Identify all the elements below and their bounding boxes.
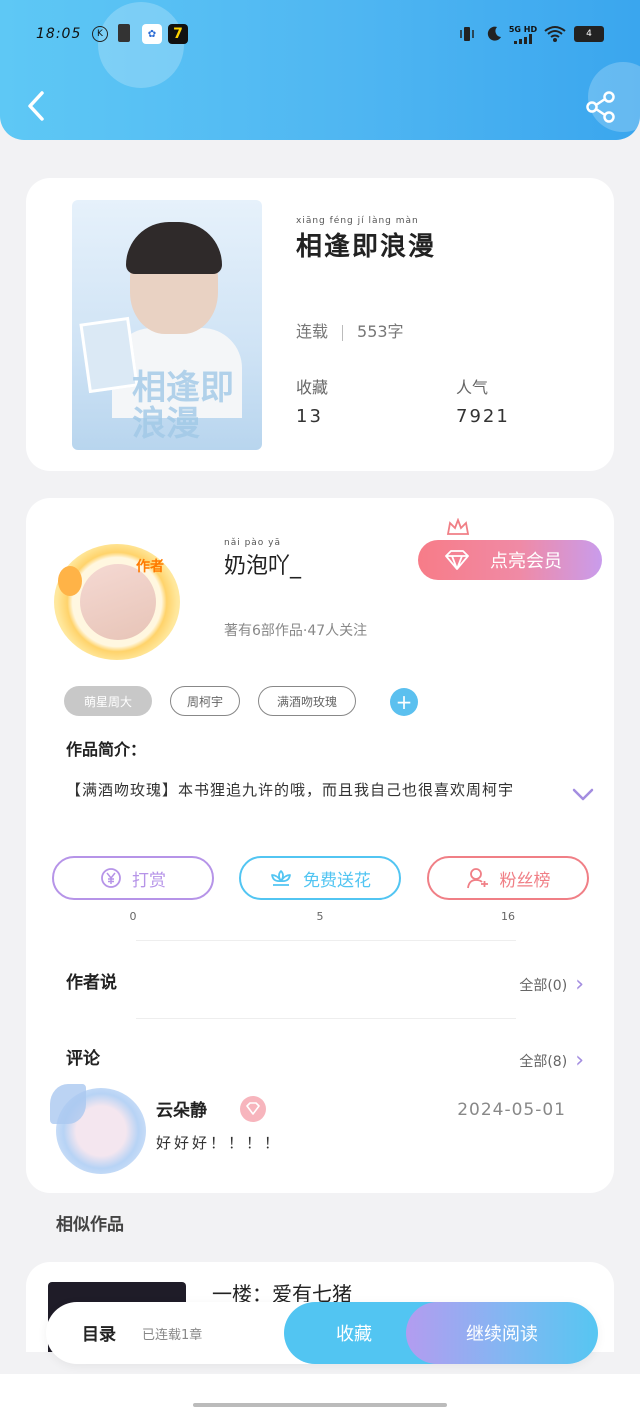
comment-date: 2024-05-01 — [457, 1100, 566, 1120]
tag-chip[interactable]: 萌星周大 — [64, 686, 152, 716]
yen-icon — [101, 868, 121, 888]
collect-value: 13 — [296, 406, 323, 427]
author-name[interactable]: nǎi pào yā 奶泡吖_ — [224, 538, 301, 580]
fan-count: 16 — [501, 910, 515, 923]
vip-button[interactable]: 点亮会员 — [418, 540, 602, 580]
author-says-heading: 作者说 — [66, 973, 117, 993]
author-card: 作者 nǎi pào yā 奶泡吖_ 著有6部作品·47人关注 点亮会员 萌星周… — [26, 498, 614, 1193]
reward-button[interactable]: 打赏 — [52, 856, 214, 900]
balloon-decor — [58, 566, 82, 596]
share-button[interactable] — [584, 90, 618, 124]
commenter-avatar[interactable] — [50, 1084, 146, 1174]
collect-button-label: 收藏 — [336, 1324, 372, 1345]
reward-label: 打赏 — [132, 870, 166, 891]
similar-works-heading: 相似作品 — [56, 1215, 124, 1235]
reward-count: 0 — [129, 910, 137, 923]
author-says-all-link[interactable]: 全部(0) › — [519, 972, 584, 997]
author-badge: 作者 — [136, 559, 164, 575]
intro-text: 【满酒吻玫瑰】本书狸追九许的哦，而且我自己也很喜欢周柯宇 — [66, 781, 515, 799]
chevron-right-icon: › — [575, 1048, 584, 1073]
author-says-count: 全部(0) — [519, 977, 568, 994]
home-indicator[interactable] — [193, 1403, 447, 1407]
tag-label: 萌星周大 — [83, 694, 132, 709]
plus-icon: + — [395, 690, 413, 714]
catalog-button[interactable]: 目录 — [82, 1320, 116, 1345]
moon-icon — [484, 24, 504, 44]
book-meta: 连载 553字 — [296, 318, 404, 342]
back-button[interactable] — [22, 88, 50, 124]
flower-count: 5 — [316, 910, 324, 923]
comments-heading: 评论 — [66, 1049, 100, 1069]
book-title: xiāng féng jí làng màn 相逢即浪漫 — [296, 216, 436, 263]
baidu-icon: ✿ — [142, 24, 162, 44]
expand-intro-button[interactable] — [572, 788, 594, 802]
book-cover[interactable]: 相逢即浪漫 — [72, 200, 262, 450]
chevron-right-icon: › — [575, 972, 584, 997]
commenter-name[interactable]: 云朵静 — [156, 1096, 207, 1121]
author-name-text: 奶泡吖_ — [224, 554, 302, 579]
fan-ranking-button[interactable]: 粉丝榜 — [427, 856, 589, 900]
divider — [136, 1018, 516, 1019]
header: 18:05 K ✿ 7 5G HD 4 — [0, 0, 640, 140]
user-icon — [466, 868, 488, 889]
crown-icon — [446, 518, 470, 535]
vibrate-icon — [458, 24, 476, 44]
cover-title-art: 相逢即浪漫 — [132, 368, 234, 444]
popularity-value: 7921 — [456, 406, 510, 427]
book-status: 连载 — [296, 322, 329, 341]
k-icon: K — [92, 26, 108, 42]
tag-chip[interactable]: 周柯宇 — [170, 686, 240, 716]
chapter-progress: 已连载1章 — [142, 1328, 203, 1343]
divider — [136, 940, 516, 941]
comments-all-link[interactable]: 全部(8) › — [519, 1048, 584, 1073]
book-info-card: 相逢即浪漫 xiāng féng jí làng màn 相逢即浪漫 连载 553… — [26, 178, 614, 471]
status-bar: 18:05 K ✿ 7 5G HD 4 — [0, 18, 640, 50]
book-word-count: 553字 — [357, 322, 404, 341]
wifi-icon — [544, 24, 566, 44]
book-title-pinyin: xiāng féng jí làng màn — [296, 216, 419, 226]
author-name-pinyin: nǎi pào yā — [224, 538, 282, 548]
sim-icon — [118, 24, 130, 42]
intro-heading: 作品简介： — [66, 740, 147, 759]
share-icon — [586, 91, 615, 123]
author-avatar[interactable]: 作者 — [54, 544, 180, 660]
cover-small-photo — [79, 316, 139, 394]
flower-icon — [271, 870, 291, 886]
tag-chip[interactable]: 满酒吻玫瑰 — [258, 686, 356, 716]
battery-level: 4 — [586, 29, 592, 39]
status-time: 18:05 — [36, 26, 82, 42]
author-summary: 著有6部作品·47人关注 — [224, 623, 368, 639]
diamond-icon — [445, 550, 469, 570]
fan-ranking-label: 粉丝榜 — [499, 870, 551, 891]
popularity-label: 人气 — [456, 378, 489, 397]
comment-text: 好好好！！！！ — [156, 1134, 283, 1152]
network-icon: 5G HD — [508, 24, 538, 44]
vip-badge-icon — [240, 1096, 266, 1122]
add-tag-button[interactable]: + — [390, 688, 418, 716]
send-flower-button[interactable]: 免费送花 — [239, 856, 401, 900]
bottom-action-bar: 目录 已连载1章 收藏 继续阅读 — [46, 1302, 598, 1364]
tag-label: 周柯宇 — [186, 694, 223, 709]
battery-icon: 4 — [574, 26, 604, 42]
chevron-left-icon — [28, 91, 44, 121]
send-flower-label: 免费送花 — [303, 870, 371, 891]
collect-label: 收藏 — [296, 378, 329, 397]
cover-figure — [126, 222, 222, 274]
continue-reading-label: 继续阅读 — [466, 1324, 538, 1345]
tag-label: 满酒吻玫瑰 — [276, 694, 337, 709]
avatar-frame-decor — [50, 1084, 86, 1124]
app-7-icon: 7 — [168, 24, 188, 44]
book-title-text: 相逢即浪漫 — [296, 232, 437, 262]
network-label: 5G HD — [508, 24, 538, 34]
continue-reading-button[interactable]: 继续阅读 — [406, 1302, 598, 1364]
comments-count: 全部(8) — [519, 1053, 568, 1070]
vip-button-label: 点亮会员 — [490, 551, 562, 572]
